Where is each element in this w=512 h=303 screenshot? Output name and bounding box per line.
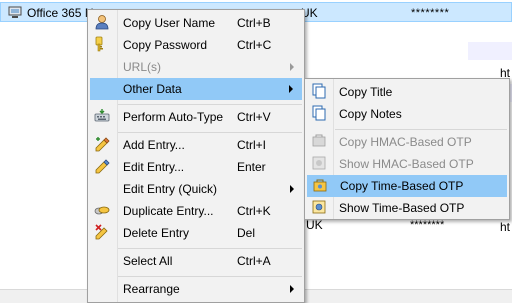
menu-item-shortcut: Ctrl+C [237, 38, 272, 52]
submenu-item-show-totp[interactable]: Show Time-Based OTP [307, 197, 507, 219]
menu-item-other-data[interactable]: Other Data [90, 78, 302, 100]
delete-entry-icon [95, 224, 108, 240]
url-fragment: ht [500, 220, 511, 234]
duplicate-entry-icon [94, 206, 110, 215]
computer-icon [8, 6, 22, 18]
entry-password: ******** [410, 219, 445, 231]
submenu-item-copy-totp[interactable]: Copy Time-Based OTP [307, 175, 507, 197]
menu-item-add-entry[interactable]: Add Entry... Ctrl+I [90, 134, 302, 156]
key-icon [95, 36, 103, 52]
menu-item-perform-auto-type[interactable]: Perform Auto-Type Ctrl+V [90, 106, 302, 128]
menu-separator [118, 248, 302, 249]
menu-item-shortcut: Ctrl+B [237, 16, 271, 30]
menu-item-label: Duplicate Entry... [123, 204, 214, 218]
menu-item-urls[interactable]: URL(s) [90, 56, 302, 78]
entry-title: Office 365 N [27, 6, 94, 20]
submenu-item-show-hmac-otp[interactable]: Show HMAC-Based OTP [307, 153, 507, 175]
entry-url: UK [306, 218, 323, 232]
add-entry-icon [95, 137, 110, 152]
submenu-item-copy-title[interactable]: Copy Title [307, 81, 507, 103]
totp-copy-icon [313, 179, 327, 192]
entry-context-menu: Copy User Name Ctrl+B Copy Password Ctrl… [87, 9, 305, 303]
submenu-arrow-icon [290, 285, 294, 293]
menu-item-shortcut: Ctrl+V [237, 110, 271, 124]
menu-item-label: URL(s) [123, 60, 161, 74]
entry-password: ******** [411, 7, 450, 19]
submenu-item-copy-hmac-otp[interactable]: Copy HMAC-Based OTP [307, 131, 507, 153]
menu-item-copy-password[interactable]: Copy Password Ctrl+C [90, 34, 302, 56]
menu-item-label: Copy Time-Based OTP [340, 179, 464, 193]
submenu-arrow-icon [290, 185, 294, 193]
menu-item-edit-entry-quick[interactable]: Edit Entry (Quick) [90, 178, 302, 200]
list-faint-block [468, 42, 512, 60]
menu-item-label: Copy Notes [339, 107, 402, 121]
menu-item-label: Show Time-Based OTP [339, 201, 465, 215]
menu-item-label: Select All [123, 254, 173, 268]
submenu-arrow-icon [289, 85, 293, 93]
menu-item-label: Copy Password [123, 38, 208, 52]
menu-item-shortcut: Ctrl+I [237, 138, 267, 152]
hmac-otp-icon [312, 134, 326, 147]
menu-item-label: Other Data [123, 82, 182, 96]
auto-type-icon [94, 109, 110, 122]
menu-item-delete-entry[interactable]: Delete Entry Del [90, 222, 302, 244]
menu-item-label: Show HMAC-Based OTP [339, 157, 474, 171]
menu-item-duplicate-entry[interactable]: Duplicate Entry... Ctrl+K [90, 200, 302, 222]
menu-separator [118, 104, 302, 105]
menu-item-label: Copy User Name [123, 16, 216, 30]
copy-icon [312, 83, 326, 99]
menu-item-edit-entry[interactable]: Edit Entry... Enter [90, 156, 302, 178]
menu-item-label: Rearrange [123, 282, 180, 296]
menu-item-rearrange[interactable]: Rearrange [90, 278, 302, 300]
menu-item-label: Perform Auto-Type [123, 110, 224, 124]
other-data-submenu: Copy Title Copy Notes Copy HMAC-Based OT… [304, 78, 510, 220]
user-icon [95, 15, 109, 30]
menu-separator [118, 276, 302, 277]
menu-item-label: Add Entry... [123, 138, 185, 152]
edit-entry-icon [95, 159, 110, 174]
menu-item-label: Delete Entry [123, 226, 190, 240]
menu-item-shortcut: Ctrl+K [237, 204, 271, 218]
menu-separator [335, 129, 507, 130]
menu-item-label: Copy HMAC-Based OTP [339, 135, 472, 149]
submenu-arrow-icon [290, 63, 294, 71]
menu-item-label: Edit Entry... [123, 160, 185, 174]
menu-item-label: Copy Title [339, 85, 393, 99]
menu-item-shortcut: Enter [237, 160, 266, 174]
menu-item-copy-user-name[interactable]: Copy User Name Ctrl+B [90, 12, 302, 34]
menu-item-label: Edit Entry (Quick) [123, 182, 218, 196]
submenu-item-copy-notes[interactable]: Copy Notes [307, 103, 507, 125]
menu-separator [118, 132, 302, 133]
menu-item-shortcut: Ctrl+A [237, 254, 271, 268]
keepass-screen: Office 365 N UK ******** ht ht ht ht UK … [0, 0, 512, 303]
show-hmac-otp-icon [312, 156, 326, 170]
menu-item-select-all[interactable]: Select All Ctrl+A [90, 250, 302, 272]
totp-show-icon [312, 200, 326, 214]
copy-icon [312, 105, 326, 121]
menu-item-shortcut: Del [237, 226, 256, 240]
